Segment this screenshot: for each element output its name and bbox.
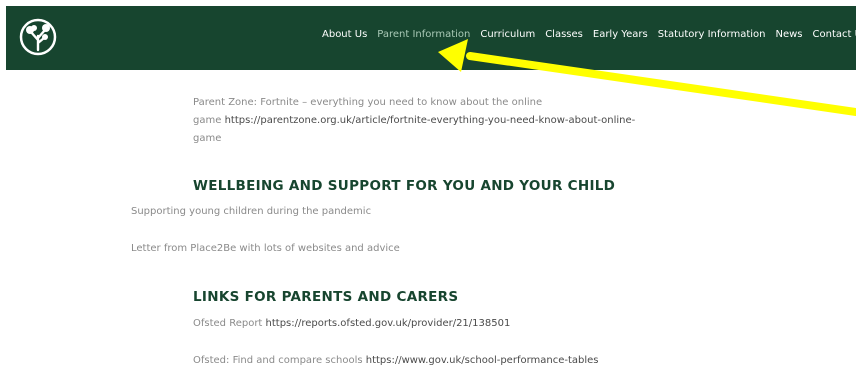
- fortnite-line-1: Parent Zone: Fortnite – everything you n…: [193, 97, 543, 108]
- nav-about-us[interactable]: About Us: [322, 29, 367, 40]
- main-content: Parent Zone: Fortnite – everything you n…: [0, 70, 856, 368]
- main-nav: About Us Parent Information Curriculum C…: [322, 29, 856, 40]
- ofsted-report-line: Ofsted Report https://reports.ofsted.gov…: [193, 315, 510, 333]
- site-header: About Us Parent Information Curriculum C…: [6, 6, 856, 70]
- nav-news[interactable]: News: [776, 29, 803, 40]
- parentzone-link-continued[interactable]: game: [193, 133, 221, 144]
- ofsted-report-link[interactable]: https://reports.ofsted.gov.uk/provider/2…: [266, 318, 511, 329]
- tree-logo-icon: [19, 18, 57, 56]
- nav-early-years[interactable]: Early Years: [593, 29, 648, 40]
- nav-classes[interactable]: Classes: [545, 29, 583, 40]
- school-logo[interactable]: [18, 16, 58, 58]
- nav-statutory-information[interactable]: Statutory Information: [658, 29, 766, 40]
- ofsted-report-label: Ofsted Report: [193, 318, 266, 329]
- fortnite-paragraph: Parent Zone: Fortnite – everything you n…: [193, 94, 713, 148]
- page: About Us Parent Information Curriculum C…: [0, 0, 856, 368]
- nav-contact-us[interactable]: Contact Us: [813, 29, 856, 40]
- nav-curriculum[interactable]: Curriculum: [480, 29, 535, 40]
- parentzone-link[interactable]: https://parentzone.org.uk/article/fortni…: [225, 115, 636, 126]
- nav-parent-information[interactable]: Parent Information: [377, 29, 470, 40]
- fortnite-line-2-prefix: game: [193, 115, 225, 126]
- wellbeing-item-place2be[interactable]: Letter from Place2Be with lots of websit…: [131, 240, 400, 258]
- links-heading: LINKS FOR PARENTS AND CARERS: [193, 289, 459, 305]
- wellbeing-item-pandemic[interactable]: Supporting young children during the pan…: [131, 203, 371, 221]
- wellbeing-heading: WELLBEING AND SUPPORT FOR YOU AND YOUR C…: [193, 178, 616, 194]
- ofsted-compare-link[interactable]: https://www.gov.uk/school-performance-ta…: [366, 355, 599, 366]
- ofsted-compare-line: Ofsted: Find and compare schools https:/…: [193, 352, 599, 368]
- ofsted-compare-label: Ofsted: Find and compare schools: [193, 355, 366, 366]
